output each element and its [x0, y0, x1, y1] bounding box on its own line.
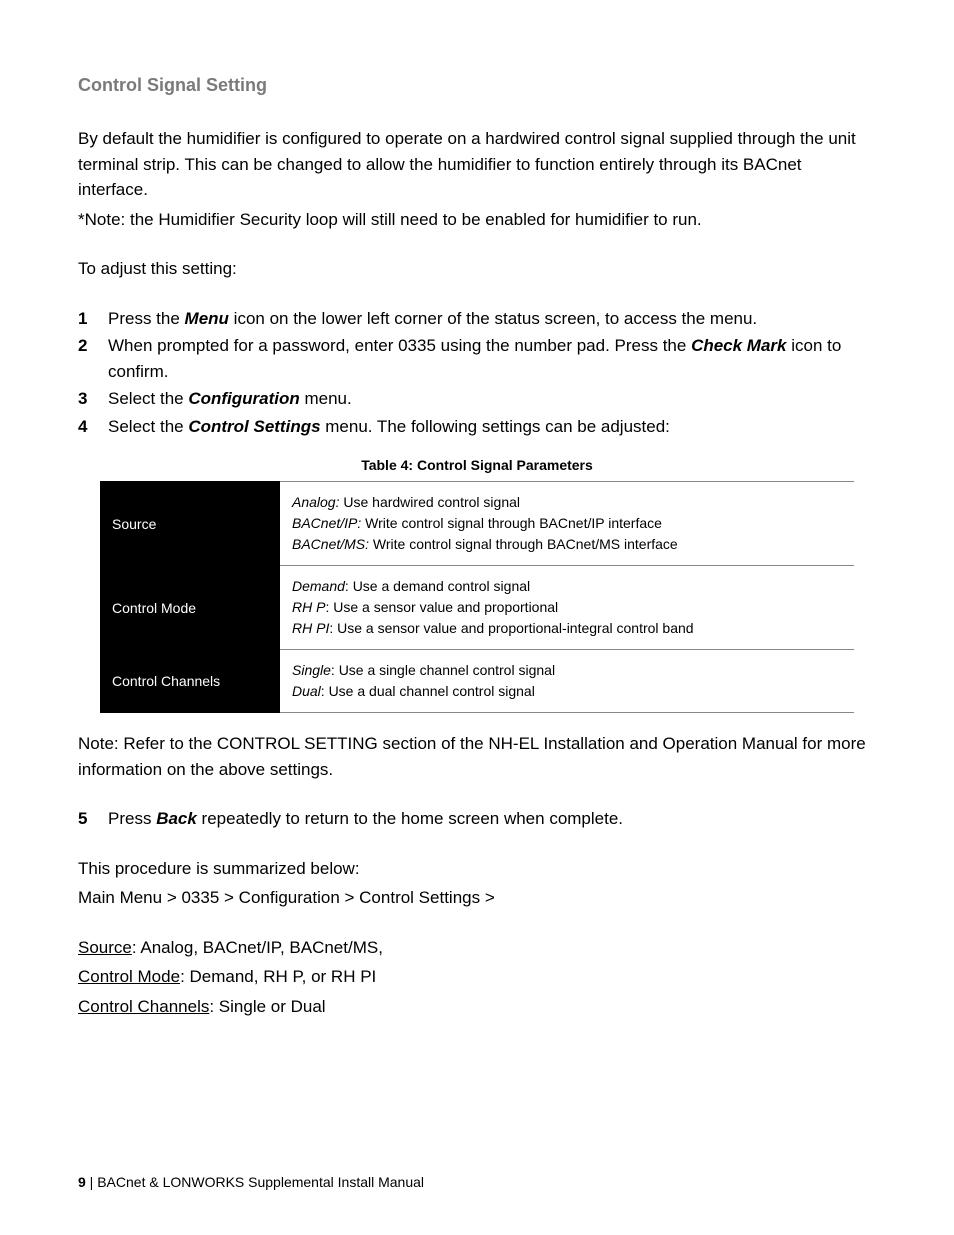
- row-label-mode: Control Mode: [100, 566, 280, 650]
- page-number: 9: [78, 1174, 86, 1190]
- step-text: Select the Configuration menu.: [108, 386, 876, 412]
- step-text: Press the Menu icon on the lower left co…: [108, 306, 876, 332]
- step-number: 2: [78, 333, 108, 384]
- row-body: Analog: Use hardwired control signal BAC…: [280, 482, 854, 566]
- note-reference: Note: Refer to the CONTROL SETTING secti…: [78, 731, 876, 782]
- page-footer: 9 | BACnet & LONWORKS Supplemental Insta…: [78, 1174, 424, 1190]
- table-caption: Table 4: Control Signal Parameters: [78, 457, 876, 473]
- summary-path: Main Menu > 0335 > Configuration > Contr…: [78, 885, 876, 911]
- step-2: 2 When prompted for a password, enter 03…: [78, 333, 876, 384]
- step-5: 5 Press Back repeatedly to return to the…: [78, 806, 876, 832]
- table-row: Control Channels Single: Use a single ch…: [100, 650, 854, 713]
- row-label-channels: Control Channels: [100, 650, 280, 713]
- parameters-table: Source Analog: Use hardwired control sig…: [100, 481, 854, 713]
- configuration-label: Configuration: [188, 389, 299, 408]
- step-number: 1: [78, 306, 108, 332]
- summary-channels: Control Channels: Single or Dual: [78, 994, 876, 1020]
- steps-list-cont: 5 Press Back repeatedly to return to the…: [78, 806, 876, 832]
- step-text: When prompted for a password, enter 0335…: [108, 333, 876, 384]
- intro-paragraph: By default the humidifier is configured …: [78, 126, 876, 203]
- step-text: Select the Control Settings menu. The fo…: [108, 414, 876, 440]
- menu-label: Menu: [185, 309, 229, 328]
- step-1: 1 Press the Menu icon on the lower left …: [78, 306, 876, 332]
- row-body: Single: Use a single channel control sig…: [280, 650, 854, 713]
- control-settings-label: Control Settings: [188, 417, 320, 436]
- step-3: 3 Select the Configuration menu.: [78, 386, 876, 412]
- row-label-source: Source: [100, 482, 280, 566]
- adjust-lead: To adjust this setting:: [78, 256, 876, 282]
- intro-note: *Note: the Humidifier Security loop will…: [78, 207, 876, 233]
- summary-lead: This procedure is summarized below:: [78, 856, 876, 882]
- step-4: 4 Select the Control Settings menu. The …: [78, 414, 876, 440]
- steps-list: 1 Press the Menu icon on the lower left …: [78, 306, 876, 440]
- summary-source: Source: Analog, BACnet/IP, BACnet/MS,: [78, 935, 876, 961]
- checkmark-label: Check Mark: [691, 336, 786, 355]
- back-label: Back: [156, 809, 197, 828]
- step-number: 4: [78, 414, 108, 440]
- row-body: Demand: Use a demand control signal RH P…: [280, 566, 854, 650]
- section-heading: Control Signal Setting: [78, 75, 876, 96]
- summary-mode: Control Mode: Demand, RH P, or RH PI: [78, 964, 876, 990]
- step-number: 5: [78, 806, 108, 832]
- step-number: 3: [78, 386, 108, 412]
- step-text: Press Back repeatedly to return to the h…: [108, 806, 876, 832]
- footer-title: | BACnet & LONWORKS Supplemental Install…: [86, 1174, 424, 1190]
- table-row: Source Analog: Use hardwired control sig…: [100, 482, 854, 566]
- table-row: Control Mode Demand: Use a demand contro…: [100, 566, 854, 650]
